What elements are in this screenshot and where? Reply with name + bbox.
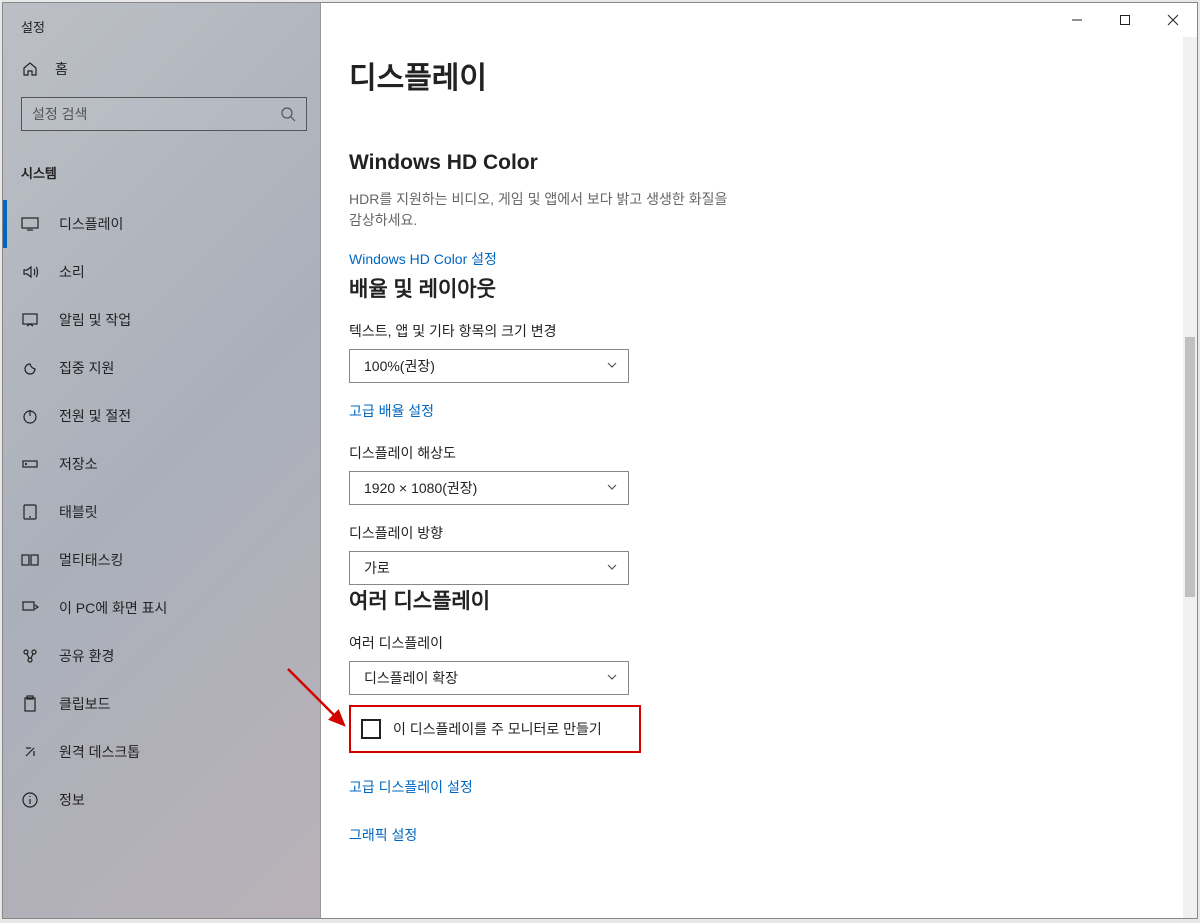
search-input[interactable] xyxy=(32,106,296,122)
power-icon xyxy=(21,407,39,425)
sidebar-item-tablet[interactable]: 태블릿 xyxy=(3,488,320,536)
graphics-link[interactable]: 그래픽 설정 xyxy=(349,825,417,845)
hd-color-description: HDR를 지원하는 비디오, 게임 및 앱에서 보다 밝고 생생한 화질을 감상… xyxy=(349,189,729,231)
chevron-down-icon xyxy=(606,560,618,576)
home-label: 홈 xyxy=(55,59,68,79)
multi-mode-dropdown[interactable]: 디스플레이 확장 xyxy=(349,661,629,695)
page-title: 디스플레이 xyxy=(349,53,961,97)
sidebar-item-remote[interactable]: 원격 데스크톱 xyxy=(3,728,320,776)
orientation-label: 디스플레이 방향 xyxy=(349,523,961,543)
primary-monitor-label: 이 디스플레이를 주 모니터로 만들기 xyxy=(393,719,602,739)
multi-mode-value: 디스플레이 확장 xyxy=(364,668,458,688)
text-size-label: 텍스트, 앱 및 기타 항목의 크기 변경 xyxy=(349,321,961,341)
nav-list: 디스플레이 소리 알림 및 작업 집중 지원 xyxy=(3,194,320,824)
sidebar-item-notifications[interactable]: 알림 및 작업 xyxy=(3,296,320,344)
search-icon xyxy=(280,106,296,127)
scrollbar-thumb[interactable] xyxy=(1185,337,1195,597)
focus-icon xyxy=(21,359,39,377)
sound-icon xyxy=(21,263,39,281)
sidebar-item-label: 정보 xyxy=(59,790,85,810)
sidebar-item-label: 집중 지원 xyxy=(59,358,114,378)
sidebar-item-shared[interactable]: 공유 환경 xyxy=(3,632,320,680)
multitasking-icon xyxy=(21,551,39,569)
resolution-label: 디스플레이 해상도 xyxy=(349,443,961,463)
minimize-button[interactable] xyxy=(1053,3,1101,37)
resolution-dropdown[interactable]: 1920 × 1080(권장) xyxy=(349,471,629,505)
sidebar-item-label: 저장소 xyxy=(59,454,98,474)
sidebar-item-label: 이 PC에 화면 표시 xyxy=(59,598,167,618)
section-scale: 배율 및 레이아웃 텍스트, 앱 및 기타 항목의 크기 변경 100%(권장)… xyxy=(349,273,961,585)
primary-monitor-checkbox[interactable]: 이 디스플레이를 주 모니터로 만들기 xyxy=(349,705,641,753)
sidebar-item-label: 알림 및 작업 xyxy=(59,310,131,330)
search-box[interactable] xyxy=(21,97,307,131)
sidebar-item-label: 디스플레이 xyxy=(59,214,123,234)
window-controls xyxy=(1053,3,1197,37)
window-title: 설정 xyxy=(3,3,320,49)
sidebar-item-focus[interactable]: 집중 지원 xyxy=(3,344,320,392)
checkbox-box xyxy=(361,719,381,739)
scrollbar-track[interactable] xyxy=(1183,37,1197,918)
chevron-down-icon xyxy=(606,670,618,686)
chevron-down-icon xyxy=(606,480,618,496)
settings-window: 설정 홈 시스템 xyxy=(2,2,1198,919)
orientation-value: 가로 xyxy=(364,558,390,578)
display-icon xyxy=(21,215,39,233)
sidebar-item-label: 공유 환경 xyxy=(59,646,114,666)
advanced-display-link[interactable]: 고급 디스플레이 설정 xyxy=(349,777,473,797)
sidebar-item-clipboard[interactable]: 클립보드 xyxy=(3,680,320,728)
advanced-scale-link[interactable]: 고급 배율 설정 xyxy=(349,401,434,421)
sidebar-item-about[interactable]: 정보 xyxy=(3,776,320,824)
home-icon xyxy=(21,60,39,78)
sidebar: 설정 홈 시스템 xyxy=(3,3,321,918)
sidebar-item-storage[interactable]: 저장소 xyxy=(3,440,320,488)
text-size-dropdown[interactable]: 100%(권장) xyxy=(349,349,629,383)
sidebar-item-display[interactable]: 디스플레이 xyxy=(3,200,320,248)
category-label: 시스템 xyxy=(3,139,320,194)
sidebar-item-power[interactable]: 전원 및 절전 xyxy=(3,392,320,440)
content-inner: 디스플레이 Windows HD Color HDR를 지원하는 비디오, 게임… xyxy=(321,3,961,889)
sidebar-item-projecting[interactable]: 이 PC에 화면 표시 xyxy=(3,584,320,632)
sidebar-item-sound[interactable]: 소리 xyxy=(3,248,320,296)
hd-color-link[interactable]: Windows HD Color 설정 xyxy=(349,249,497,269)
remote-icon xyxy=(21,743,39,761)
storage-icon xyxy=(21,455,39,473)
sidebar-item-label: 원격 데스크톱 xyxy=(59,742,140,762)
hd-color-heading: Windows HD Color xyxy=(349,151,961,175)
tablet-icon xyxy=(21,503,39,521)
clipboard-icon xyxy=(21,695,39,713)
scale-heading: 배율 및 레이아웃 xyxy=(349,273,961,303)
sidebar-item-label: 멀티태스킹 xyxy=(59,550,123,570)
search-container xyxy=(3,89,320,139)
multi-mode-label: 여러 디스플레이 xyxy=(349,633,961,653)
sidebar-item-label: 클립보드 xyxy=(59,694,111,714)
maximize-button[interactable] xyxy=(1101,3,1149,37)
resolution-value: 1920 × 1080(권장) xyxy=(364,478,477,498)
close-button[interactable] xyxy=(1149,3,1197,37)
sidebar-item-label: 태블릿 xyxy=(59,502,98,522)
shared-icon xyxy=(21,647,39,665)
notifications-icon xyxy=(21,311,39,329)
sidebar-item-label: 소리 xyxy=(59,262,85,282)
multi-heading: 여러 디스플레이 xyxy=(349,585,961,615)
chevron-down-icon xyxy=(606,358,618,374)
section-hd-color: Windows HD Color HDR를 지원하는 비디오, 게임 및 앱에서… xyxy=(349,151,961,273)
content-pane: 디스플레이 Windows HD Color HDR를 지원하는 비디오, 게임… xyxy=(321,3,1197,918)
section-multi: 여러 디스플레이 여러 디스플레이 디스플레이 확장 이 디스플레이를 주 모니… xyxy=(349,585,961,849)
orientation-dropdown[interactable]: 가로 xyxy=(349,551,629,585)
text-size-value: 100%(권장) xyxy=(364,356,435,376)
sidebar-item-label: 전원 및 절전 xyxy=(59,406,131,426)
home-button[interactable]: 홈 xyxy=(3,49,320,89)
info-icon xyxy=(21,791,39,809)
sidebar-item-multitasking[interactable]: 멀티태스킹 xyxy=(3,536,320,584)
projecting-icon xyxy=(21,599,39,617)
